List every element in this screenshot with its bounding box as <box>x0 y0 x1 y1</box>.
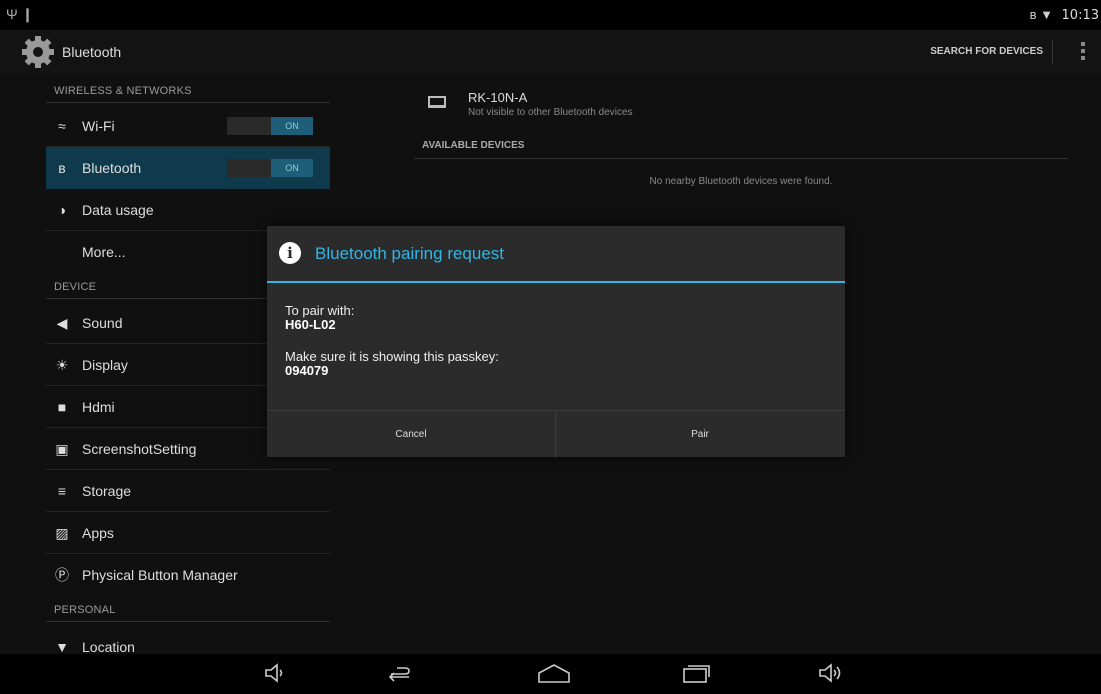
section-divider <box>414 158 1068 159</box>
action-bar-divider <box>1052 40 1053 64</box>
navigation-bar <box>0 654 1101 694</box>
toggle-state: ON <box>271 159 313 177</box>
settings-item-label: Data usage <box>82 202 154 218</box>
storage-icon: ≡ <box>57 483 67 499</box>
page-title: Bluetooth <box>62 44 122 60</box>
settings-item-apps[interactable]: ▨ Apps <box>46 512 330 554</box>
settings-gear-icon[interactable] <box>20 34 56 70</box>
recent-apps-icon[interactable] <box>681 662 711 684</box>
settings-item-label: Physical Button Manager <box>82 567 238 583</box>
visibility-status[interactable]: Not visible to other Bluetooth devices <box>468 107 633 118</box>
passkey-label: Make sure it is showing this passkey: <box>285 349 499 364</box>
home-icon[interactable] <box>537 662 571 684</box>
location-icon: ▼ <box>55 639 69 655</box>
local-device-name[interactable]: RK-10N-A <box>468 90 527 105</box>
no-devices-message: No nearby Bluetooth devices were found. <box>649 176 833 187</box>
display-icon: ☀ <box>55 357 69 373</box>
settings-item-storage[interactable]: ≡ Storage <box>46 470 330 512</box>
info-icon: i <box>279 242 301 264</box>
section-header-wireless: WIRELESS & NETWORKS <box>54 85 192 97</box>
bluetooth-icon: ʙ <box>58 160 66 176</box>
pairing-device-name: H60-L02 <box>285 317 336 332</box>
available-devices-header: AVAILABLE DEVICES <box>422 140 525 151</box>
settings-item-wifi[interactable]: ≈ Wi-Fi ON <box>46 105 330 147</box>
settings-item-bluetooth[interactable]: ʙ Bluetooth ON <box>46 147 330 189</box>
pairing-dialog: i Bluetooth pairing request To pair with… <box>267 226 845 458</box>
laptop-icon <box>428 96 446 108</box>
dialog-message: To pair with: H60-L02 Make sure it is sh… <box>285 304 499 378</box>
settings-item-label: Sound <box>82 315 123 331</box>
hdmi-icon: ■ <box>57 399 67 415</box>
settings-item-label: Location <box>82 639 135 655</box>
section-divider <box>46 102 330 103</box>
bluetooth-toggle[interactable]: ON <box>227 159 313 177</box>
volume-up-icon[interactable] <box>818 662 846 684</box>
section-header-device: DEVICE <box>54 281 97 293</box>
toggle-state: ON <box>271 117 313 135</box>
settings-item-label: More... <box>82 244 126 260</box>
settings-item-label: Apps <box>82 525 114 541</box>
settings-item-data-usage[interactable]: ◑ Data usage <box>46 189 330 231</box>
physical-button-icon: Ⓟ <box>55 567 69 583</box>
search-for-devices-button[interactable]: SEARCH FOR DEVICES <box>930 46 1043 57</box>
wifi-toggle[interactable]: ON <box>227 117 313 135</box>
bluetooth-wifi-status-icons: ʙ ▼ <box>1029 7 1053 22</box>
settings-item-label: Storage <box>82 483 132 499</box>
camera-icon: ▣ <box>55 441 69 457</box>
settings-item-label: Hdmi <box>82 399 115 415</box>
settings-item-physical-button-manager[interactable]: Ⓟ Physical Button Manager <box>46 554 330 596</box>
action-bar: Bluetooth SEARCH FOR DEVICES <box>0 30 1101 74</box>
pair-with-label: To pair with: <box>285 303 355 318</box>
pair-button[interactable]: Pair <box>556 411 844 458</box>
section-header-personal: PERSONAL <box>54 604 116 616</box>
section-divider <box>46 621 330 622</box>
back-icon[interactable] <box>385 662 411 684</box>
settings-item-label: Bluetooth <box>82 160 142 176</box>
settings-item-label: Wi-Fi <box>82 118 115 134</box>
passkey-value: 094079 <box>285 363 329 378</box>
cancel-button[interactable]: Cancel <box>267 411 555 458</box>
sound-icon: ◀ <box>56 315 68 331</box>
volume-down-icon[interactable] <box>264 662 288 684</box>
wifi-icon: ≈ <box>58 118 66 134</box>
status-bar: Ψ ❙ ʙ ▼ 10:13 <box>0 0 1101 30</box>
settings-item-label: Display <box>82 357 128 373</box>
dialog-button-bar: Cancel Pair <box>267 410 845 458</box>
dialog-title: Bluetooth pairing request <box>315 244 505 263</box>
data-usage-icon: ◑ <box>57 202 67 218</box>
settings-item-label: ScreenshotSetting <box>82 441 197 457</box>
clock: 10:13 <box>1061 8 1099 23</box>
overflow-menu-icon[interactable] <box>1081 42 1085 63</box>
usb-notification-icon: Ψ ❙ <box>6 6 34 22</box>
apps-icon: ▨ <box>55 525 69 541</box>
dialog-title-divider <box>267 281 845 283</box>
